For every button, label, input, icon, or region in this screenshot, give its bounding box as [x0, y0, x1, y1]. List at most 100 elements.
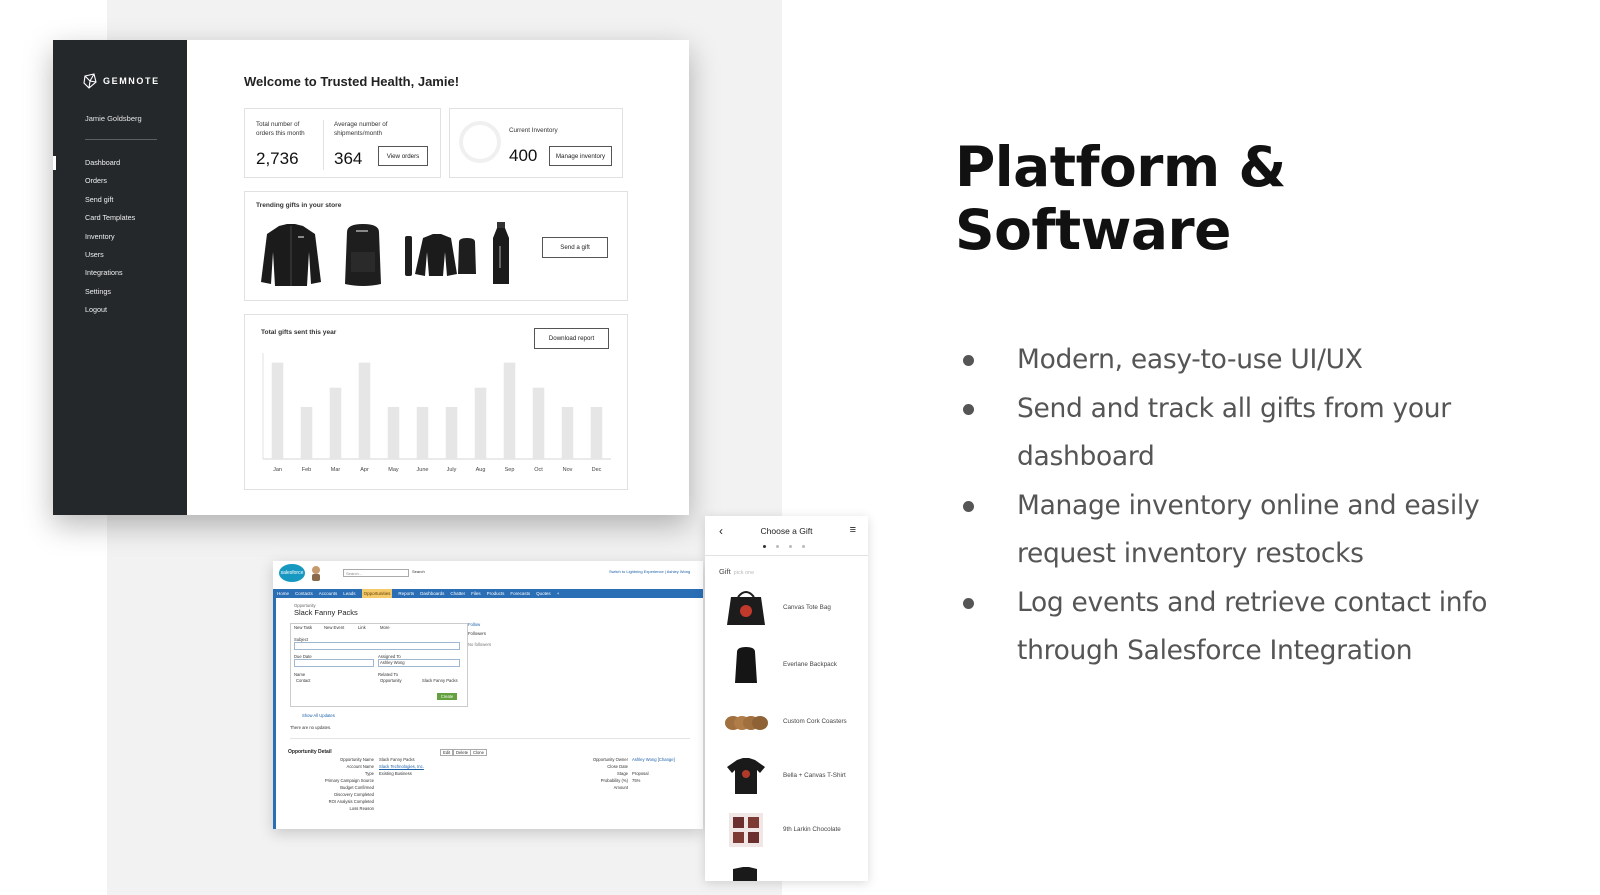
step-dot — [789, 545, 792, 548]
detail-value-stage: Proposal — [632, 771, 649, 776]
gift-option-tote[interactable]: Canvas Tote Bag — [723, 589, 863, 629]
name-select[interactable]: Contact — [296, 678, 310, 683]
tab-opportunities[interactable]: Opportunities — [361, 589, 393, 598]
send-gift-button[interactable]: Send a gift — [542, 237, 608, 258]
backpack-image[interactable] — [341, 222, 385, 288]
bundle-image[interactable] — [403, 230, 479, 280]
gift-option-tshirt[interactable]: Bella + Canvas T-Shirt — [723, 757, 863, 797]
chart-tick-label: Dec — [592, 467, 602, 473]
jacket-image[interactable] — [259, 222, 323, 288]
sidebar-item-logout[interactable]: Logout — [85, 305, 135, 323]
salesforce-search-input[interactable]: Search... — [343, 569, 409, 577]
headline-line-1: Platform & — [955, 135, 1286, 199]
tab-add[interactable]: + — [557, 589, 560, 598]
action-more[interactable]: More — [380, 625, 390, 630]
detail-label-account: Account Name — [346, 764, 374, 769]
sidebar-nav: Dashboard Orders Send gift Card Template… — [85, 158, 135, 324]
sidebar-item-integrations[interactable]: Integrations — [85, 268, 135, 286]
tab-leads[interactable]: Leads — [343, 589, 355, 598]
chart-tick-label: Sep — [505, 467, 515, 473]
tab-dashboards[interactable]: Dashboards — [420, 589, 444, 598]
inventory-card: Current Inventory 400 Manage inventory — [449, 108, 623, 178]
sidebar-item-dashboard[interactable]: Dashboard — [85, 158, 135, 176]
sidebar-divider — [85, 139, 157, 140]
salesforce-mockup: salesforce Search... Search Switch to Li… — [273, 561, 703, 829]
salesforce-header: salesforce Search... Search Switch to Li… — [273, 561, 703, 587]
gift-option-coasters[interactable]: Custom Cork Coasters — [723, 703, 863, 743]
bullet-item: Send and track all gifts from your dashb… — [963, 385, 1523, 482]
sidebar-item-users[interactable]: Users — [85, 250, 135, 268]
tab-forecasts[interactable]: Forecasts — [510, 589, 530, 598]
detail-value-owner[interactable]: Ashley Wong [Change] — [632, 757, 675, 762]
action-new-task[interactable]: New Task — [294, 625, 312, 630]
edit-button[interactable]: Edit — [440, 749, 454, 756]
clone-button[interactable]: Clone — [470, 749, 487, 756]
tote-bag-image — [727, 591, 765, 625]
salesforce-tabs: Home Contacts Accounts Leads Opportuniti… — [273, 589, 703, 598]
tab-home[interactable]: Home — [277, 589, 289, 598]
subject-input[interactable] — [294, 642, 460, 650]
gifts-bar-chart: Jan Feb Mar Apr May June July Aug Sep Oct Nov Dec — [262, 353, 611, 473]
related-type-select[interactable]: Opportunity — [380, 678, 402, 683]
action-new-event[interactable]: New Event — [324, 625, 344, 630]
headline-line-2: Software — [955, 198, 1231, 262]
welcome-title: Welcome to Trusted Health, Jamie! — [244, 74, 460, 89]
chart-bar-feb — [300, 406, 313, 459]
salesforce-top-links[interactable]: Switch to Lightning Experience | Ashley … — [609, 569, 690, 574]
record-title: Slack Fanny Packs — [294, 608, 358, 617]
chart-bar-sep — [503, 362, 516, 459]
sidebar-item-settings[interactable]: Settings — [85, 287, 135, 305]
brand[interactable]: GEMNOTE — [83, 73, 160, 89]
no-updates-text: There are no updates. — [290, 725, 332, 730]
chart-bar-july — [445, 406, 458, 459]
delete-button[interactable]: Delete — [453, 749, 472, 756]
tab-products[interactable]: Products — [487, 589, 505, 598]
tab-contacts[interactable]: Contacts — [295, 589, 313, 598]
due-date-input[interactable] — [294, 659, 374, 667]
tab-quotes[interactable]: Quotes — [536, 589, 551, 598]
bullet-item: Log events and retrieve contact info thr… — [963, 579, 1523, 676]
gift-option-partial[interactable] — [723, 865, 863, 881]
assigned-input[interactable] — [378, 659, 460, 667]
show-updates-link[interactable]: Show All Updates — [302, 713, 335, 718]
tab-files[interactable]: Files — [471, 589, 481, 598]
detail-label-close-date: Close Date — [607, 764, 628, 769]
chart-bar-nov — [561, 406, 574, 459]
salesforce-search-button[interactable]: Search — [412, 569, 425, 574]
create-button[interactable]: Create — [437, 693, 457, 700]
sidebar-item-send-gift[interactable]: Send gift — [85, 195, 135, 213]
manage-inventory-button[interactable]: Manage inventory — [549, 146, 612, 166]
action-link[interactable]: Link — [358, 625, 366, 630]
hamburger-menu-icon[interactable]: ≡ — [850, 524, 856, 536]
active-nav-marker — [53, 156, 56, 170]
water-bottle-image[interactable] — [491, 222, 511, 286]
tab-accounts[interactable]: Accounts — [319, 589, 338, 598]
sidebar-item-card-templates[interactable]: Card Templates — [85, 213, 135, 231]
gift-option-label: Custom Cork Coasters — [783, 718, 847, 725]
related-value[interactable]: Slack Fanny Packs — [422, 678, 458, 683]
tab-chatter[interactable]: Chatter — [450, 589, 465, 598]
detail-label-amount: Amount — [613, 785, 628, 790]
sidebar-item-inventory[interactable]: Inventory — [85, 232, 135, 250]
no-followers: No followers — [468, 642, 492, 647]
detail-value-account[interactable]: Slack Technologies, Inc. — [379, 764, 424, 769]
chart-tick-label: June — [417, 467, 429, 473]
dashboard-main: Welcome to Trusted Health, Jamie! Total … — [187, 40, 689, 515]
detail-label-probability: Probability (%) — [600, 778, 628, 783]
salesforce-logo[interactable]: salesforce — [279, 564, 305, 582]
trending-gifts-card: Trending gifts in your store Send a gift — [244, 191, 628, 301]
sidebar-item-orders[interactable]: Orders — [85, 176, 135, 194]
follow-link[interactable]: Follow — [468, 622, 480, 627]
feature-bullets: Modern, easy-to-use UI/UX Send and track… — [963, 336, 1523, 676]
gift-label: Gift — [719, 567, 731, 576]
chart-bar-mar — [329, 387, 342, 459]
chocolate-image — [729, 813, 763, 847]
tab-reports[interactable]: Reports — [398, 589, 414, 598]
detail-label-campaign: Primary Campaign Source — [324, 778, 374, 783]
view-orders-button[interactable]: View orders — [378, 146, 428, 166]
chart-tick-label: Apr — [360, 467, 369, 473]
partial-item-image — [733, 867, 757, 881]
chart-tick-label: Nov — [563, 467, 573, 473]
gift-option-backpack[interactable]: Everlane Backpack — [723, 646, 863, 686]
gift-option-chocolate[interactable]: 9th Larkin Chocolate — [723, 811, 863, 851]
